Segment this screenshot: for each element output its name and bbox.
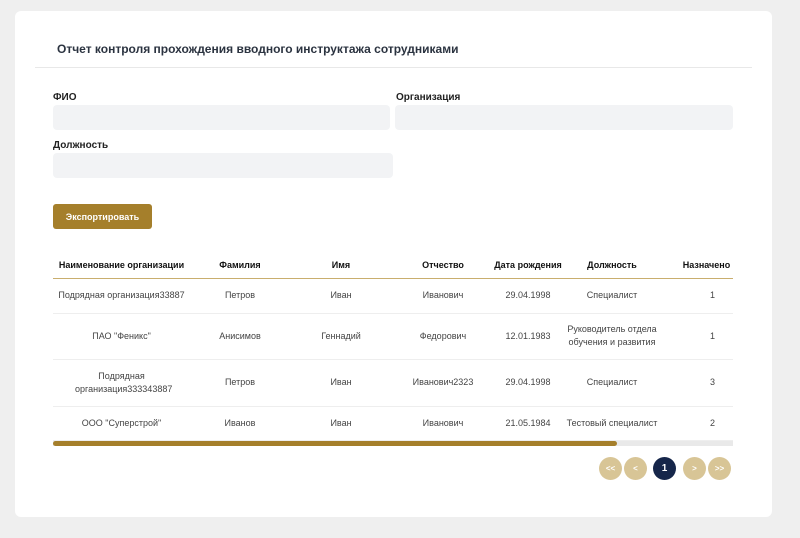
table-cell: 2	[662, 406, 733, 441]
column-header: Назначено ку	[662, 252, 733, 279]
table-cell: Подрядная организация333343887	[53, 359, 190, 407]
table-cell: 29.04.1998	[494, 359, 562, 407]
table-cell: Геннадий	[290, 313, 392, 360]
table-cell: 29.04.1998	[494, 278, 562, 314]
table-cell: Руководитель отдела обучения и развития	[562, 313, 662, 360]
table-cell: Анисимов	[190, 313, 290, 360]
column-header: Дата рождения	[494, 252, 562, 279]
table-cell: Петров	[190, 359, 290, 407]
table-cell: Специалист	[562, 278, 662, 314]
column-header: Должность	[562, 252, 662, 279]
table-cell: 1	[662, 313, 733, 360]
table-cell: 21.05.1984	[494, 406, 562, 441]
table-cell: Федорович	[392, 313, 494, 360]
table-cell: Иванович2323	[392, 359, 494, 407]
scrollbar-thumb[interactable]	[53, 441, 618, 446]
divider	[35, 67, 752, 68]
table-cell: 12.01.1983	[494, 313, 562, 360]
page-title: Отчет контроля прохождения вводного инст…	[57, 42, 459, 56]
table-header-row: Наименование организации Фамилия Имя Отчест…	[53, 252, 733, 279]
table-cell: Тестовый специалист	[562, 406, 662, 441]
export-button[interactable]: Экспортировать	[53, 204, 152, 229]
last-page-button[interactable]: >>	[708, 457, 731, 480]
table-cell: 3	[662, 359, 733, 407]
table-cell: Иванович	[392, 406, 494, 441]
org-label: Организация	[396, 92, 461, 103]
horizontal-scrollbar[interactable]	[53, 441, 733, 446]
table-cell: Подрядная организация33887	[53, 278, 190, 314]
column-header: Наименование организации	[53, 252, 190, 279]
table-cell: 1	[662, 278, 733, 314]
column-header: Имя	[290, 252, 392, 279]
table-cell: Иван	[290, 278, 392, 314]
table-cell: Иван	[290, 359, 392, 407]
table-cell: Иван	[290, 406, 392, 441]
next-page-button[interactable]: >	[683, 457, 706, 480]
table-row: ПАО "Феникс" Анисимов Геннадий Федорович 12.…	[53, 313, 733, 360]
table-cell: ПАО "Феникс"	[53, 313, 190, 360]
fio-input[interactable]	[53, 105, 390, 130]
table-cell: Иванович	[392, 278, 494, 314]
table-cell: Петров	[190, 278, 290, 314]
prev-page-button[interactable]: <	[624, 457, 647, 480]
report-card: Отчет контроля прохождения вводного инст…	[15, 11, 772, 517]
report-table: Наименование организации Фамилия Имя Отчест…	[53, 252, 733, 441]
report-table-container: Наименование организации Фамилия Имя Отчест…	[53, 252, 733, 448]
org-input[interactable]	[395, 105, 733, 130]
table-cell: Иванов	[190, 406, 290, 441]
position-input[interactable]	[53, 153, 393, 178]
table-row: ООО "Суперстрой" Иванов Иван Иванович 21.05.…	[53, 406, 733, 441]
table-cell: ООО "Суперстрой"	[53, 406, 190, 441]
fio-label: ФИО	[53, 92, 77, 103]
table-row: Подрядная организация33887 Петров Иван Иван…	[53, 278, 733, 314]
position-label: Должность	[53, 140, 109, 151]
column-header: Фамилия	[190, 252, 290, 279]
table-cell: Специалист	[562, 359, 662, 407]
page-1-button[interactable]: 1	[653, 457, 676, 480]
column-header: Отчество	[392, 252, 494, 279]
table-row: Подрядная организация333343887 Петров Иван…	[53, 359, 733, 407]
first-page-button[interactable]: <<	[599, 457, 622, 480]
